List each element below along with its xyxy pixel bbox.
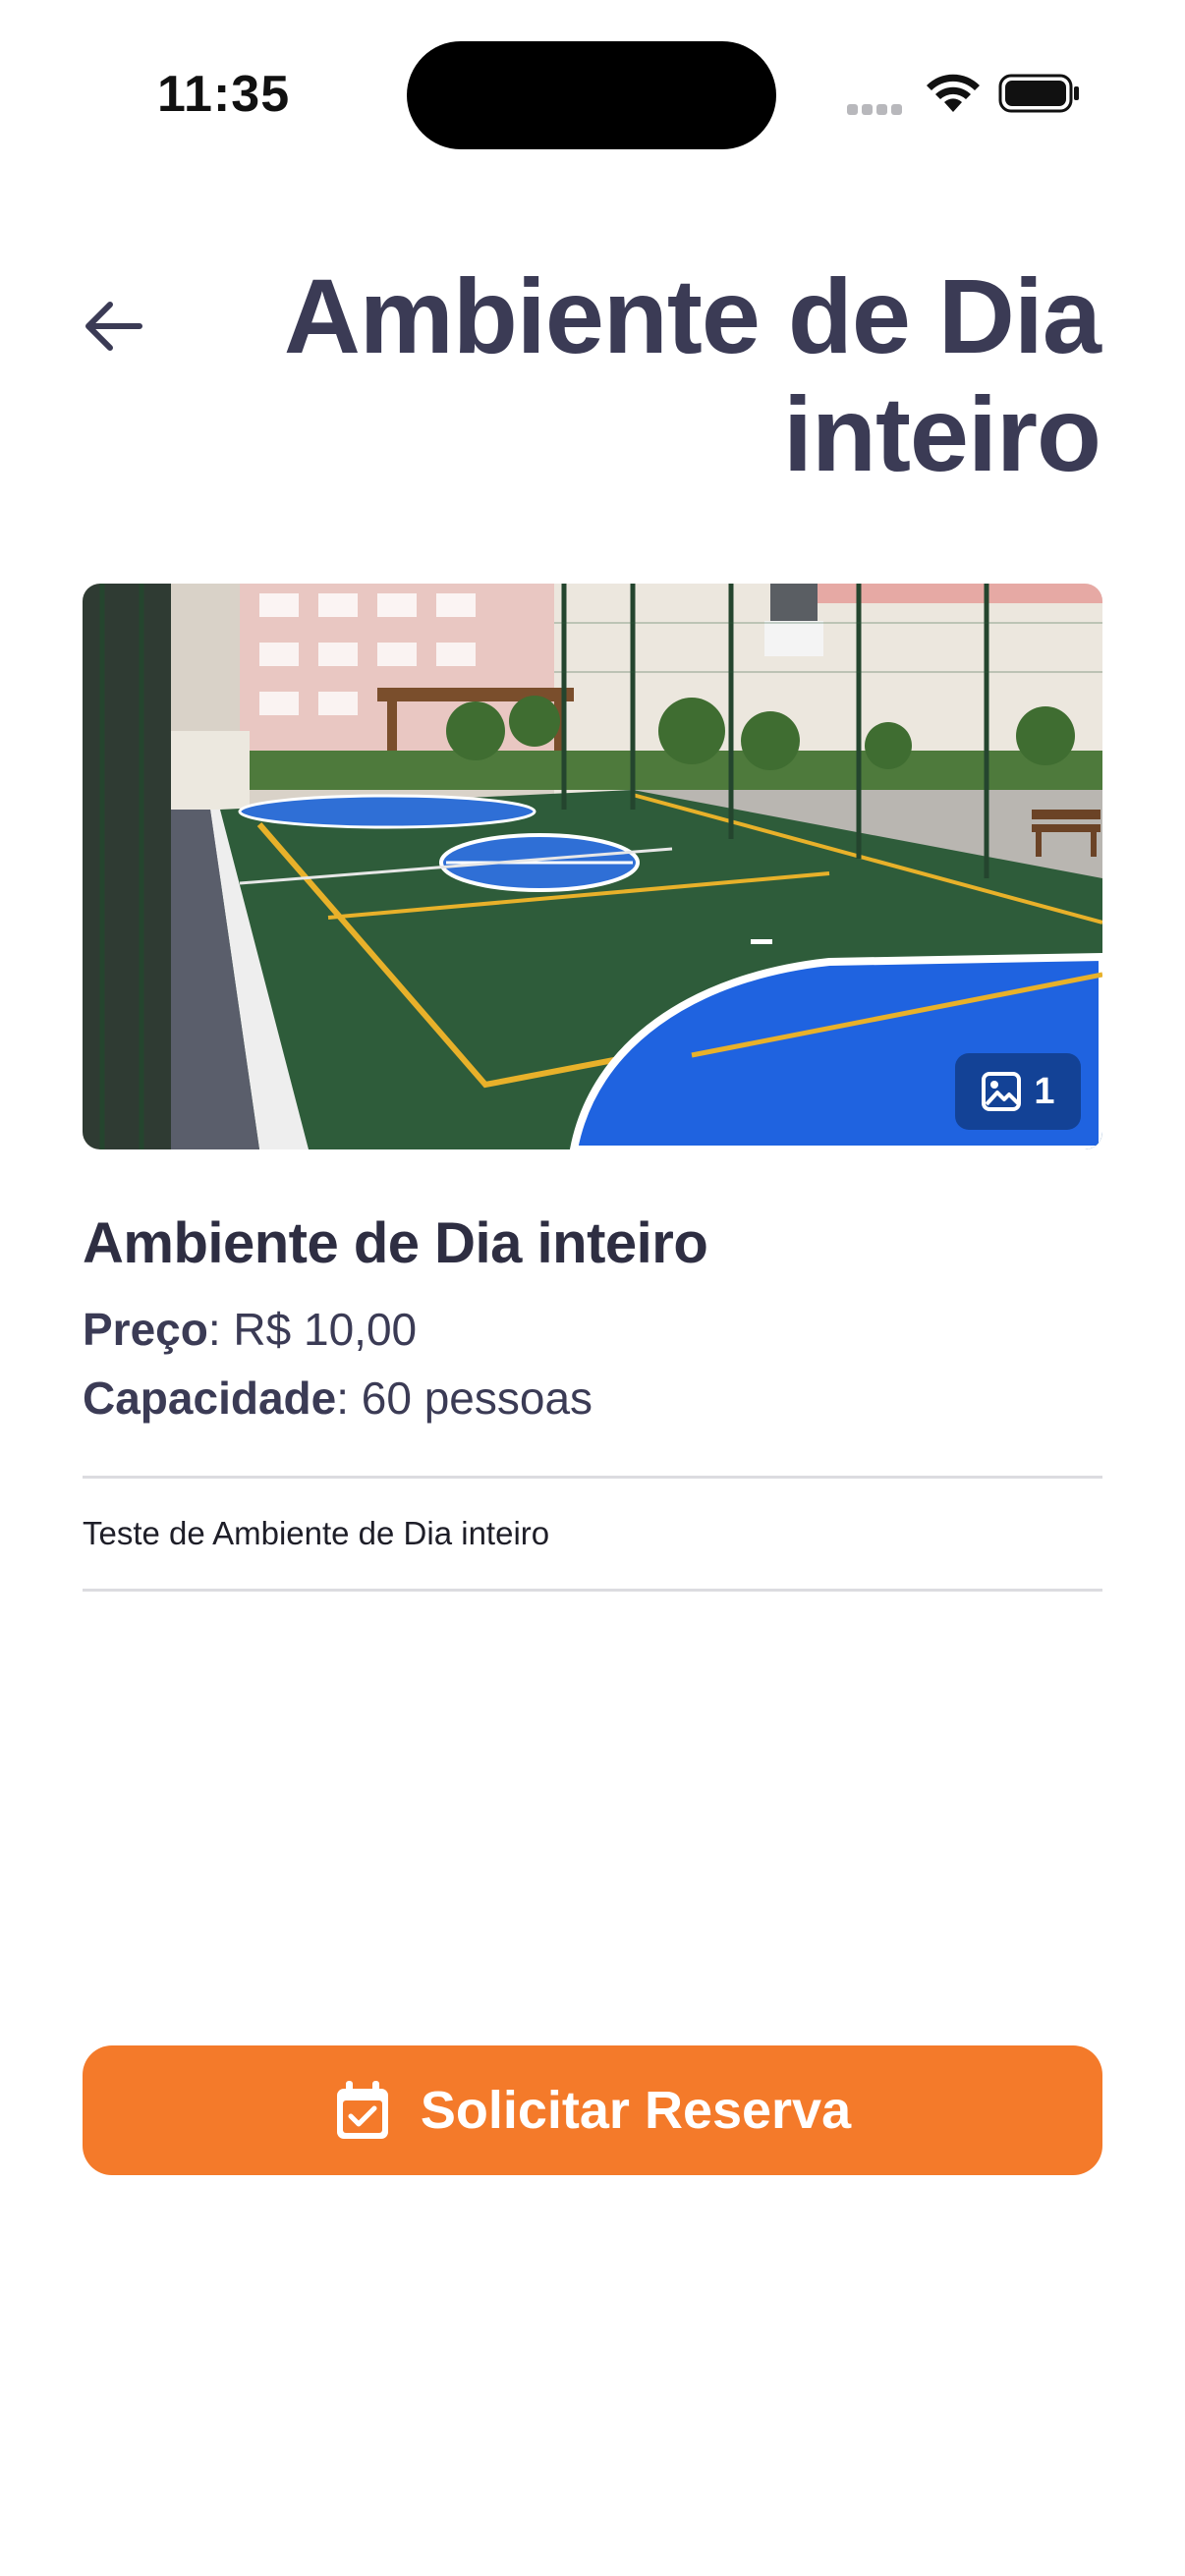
price-row: Preço: R$ 10,00	[83, 1303, 417, 1356]
battery-icon	[998, 73, 1081, 119]
price-value: : R$ 10,00	[207, 1304, 418, 1355]
status-bar: 11:35	[0, 0, 1185, 187]
image-icon	[982, 1072, 1022, 1111]
photo-count-label: 1	[1034, 1070, 1055, 1112]
capacity-label: Capacidade	[83, 1372, 337, 1424]
back-button[interactable]	[79, 291, 149, 362]
venue-name: Ambiente de Dia inteiro	[83, 1211, 708, 1275]
cellular-signal-icon	[847, 102, 906, 120]
request-reservation-button[interactable]: Solicitar Reserva	[83, 2045, 1102, 2175]
price-label: Preço	[83, 1304, 208, 1355]
photo-count-badge[interactable]: 1	[955, 1053, 1081, 1130]
venue-description: Teste de Ambiente de Dia inteiro	[83, 1515, 550, 1551]
page-title: Ambiente de Dia inteiro	[283, 256, 1101, 493]
request-reservation-label: Solicitar Reserva	[420, 2081, 852, 2140]
calendar-check-icon	[336, 2081, 388, 2139]
divider	[83, 1476, 1102, 1479]
dynamic-island	[407, 41, 776, 149]
capacity-row: Capacidade: 60 pessoas	[83, 1372, 592, 1425]
status-time: 11:35	[157, 66, 291, 123]
divider	[83, 1589, 1102, 1592]
wifi-icon	[926, 73, 981, 119]
capacity-value: : 60 pessoas	[336, 1372, 593, 1424]
arrow-left-icon	[85, 302, 142, 351]
venue-photo[interactable]: 1	[83, 584, 1102, 1149]
